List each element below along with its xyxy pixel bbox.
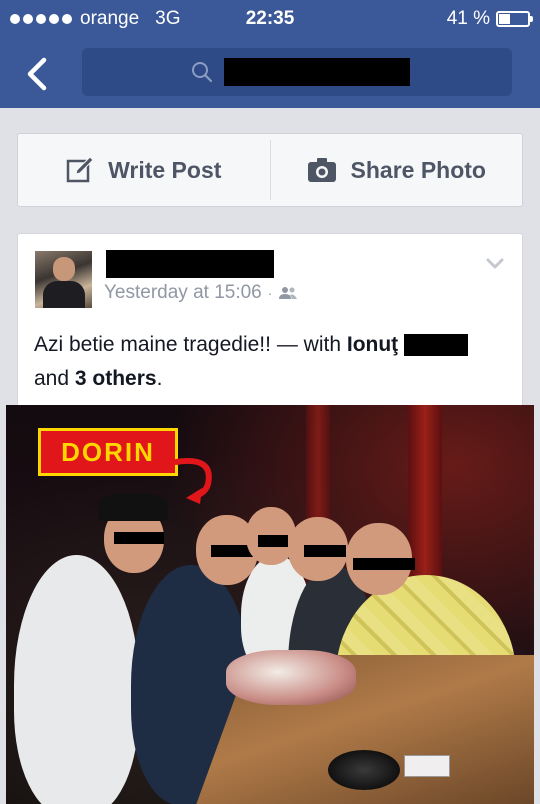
photo-name-label-text: DORIN — [61, 436, 155, 467]
battery-level — [499, 14, 511, 24]
person-cap — [98, 493, 168, 521]
write-post-button[interactable]: Write Post — [18, 134, 270, 206]
with-word: with — [303, 333, 342, 356]
redacted-author-name[interactable] — [106, 250, 274, 278]
and-word: and — [34, 367, 70, 390]
post-photo[interactable]: DORIN — [6, 405, 534, 804]
eye-censor-bar — [353, 558, 415, 570]
sentence-period: . — [156, 367, 163, 390]
author-avatar[interactable] — [35, 251, 92, 308]
share-photo-label: Share Photo — [350, 156, 486, 183]
post-meta: Yesterday at 15:06 · — [104, 282, 298, 304]
curved-arrow-icon — [173, 458, 212, 504]
photo-ashtray — [328, 750, 400, 790]
navigation-bar — [0, 40, 540, 108]
chevron-left-icon — [27, 57, 47, 91]
photo-cigarette-pack — [404, 755, 450, 777]
post-text: Azi betie maine tragedie!! — with Ionuţ … — [34, 328, 514, 396]
meta-separator: · — [267, 285, 273, 301]
eye-censor-bar — [304, 545, 346, 557]
person-white-shirt — [14, 555, 139, 804]
tagged-others-link[interactable]: 3 others — [75, 367, 157, 390]
post-dash: — — [276, 333, 298, 356]
tagged-friend-link[interactable]: Ionuţ — [347, 333, 398, 356]
search-icon — [192, 62, 213, 83]
redacted-tagged-name — [404, 334, 469, 357]
pencil-edit-icon — [66, 156, 94, 183]
photo-cake — [226, 650, 356, 705]
battery-percent: 41 % — [446, 8, 490, 29]
post-message: Azi betie maine tragedie!! — [34, 333, 271, 356]
friends-icon — [279, 287, 298, 299]
battery-icon — [496, 11, 533, 27]
eye-censor-bar — [114, 532, 164, 544]
post-options-chevron-icon[interactable] — [486, 258, 504, 270]
status-bar: orange 3G 22:35 41 % — [0, 0, 540, 40]
camera-icon — [307, 158, 336, 182]
write-post-label: Write Post — [108, 156, 222, 183]
composer-bar: Write Post Share Photo — [17, 133, 523, 207]
post-timestamp[interactable]: Yesterday at 15:06 — [104, 282, 262, 304]
redacted-search-text — [224, 58, 410, 86]
photo-name-label: DORIN — [38, 428, 178, 476]
share-photo-button[interactable]: Share Photo — [271, 134, 523, 206]
eye-censor-bar — [258, 535, 288, 547]
news-feed-post: Yesterday at 15:06 · Azi betie maine tra… — [17, 233, 523, 413]
back-button[interactable] — [22, 54, 54, 94]
status-right: 41 % — [446, 8, 533, 30]
search-input[interactable] — [82, 48, 512, 96]
